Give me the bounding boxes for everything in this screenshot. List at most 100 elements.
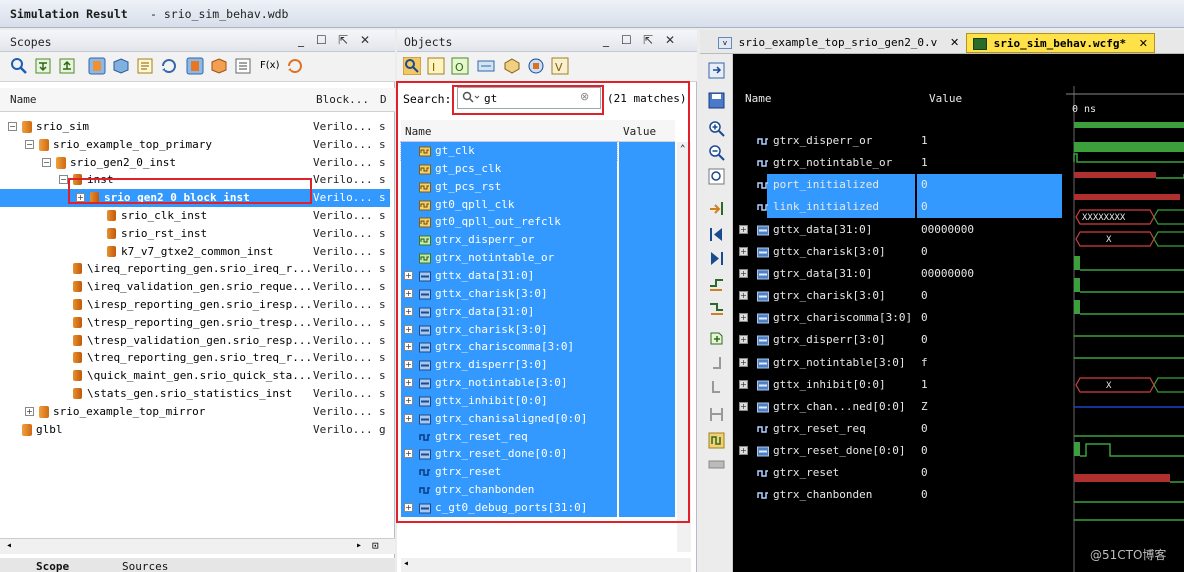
variable-filter-icon[interactable]: V — [551, 57, 569, 75]
expand-icon[interactable]: + — [76, 193, 85, 203]
object-row[interactable]: + gtrx_chariscomma[3:0] — [401, 338, 675, 357]
object-row[interactable]: + gttx_charisk[3:0] — [401, 284, 675, 303]
wave-signal-row[interactable]: + gtrx_chan...ned[0:0] Z — [733, 396, 1065, 418]
prev-transition-icon[interactable] — [708, 276, 725, 293]
expand-panel-icon[interactable] — [708, 62, 725, 79]
expand-icon[interactable]: + — [404, 288, 413, 298]
next-marker-icon[interactable] — [708, 378, 725, 395]
tab-source-file[interactable]: v srio_example_top_srio_gen2_0.v ✕ — [712, 33, 965, 53]
search-icon[interactable] — [403, 57, 421, 75]
maximize-icon[interactable]: ☐ — [621, 33, 632, 47]
scope-row[interactable]: glbl Verilo... g — [0, 421, 390, 439]
scope-row[interactable]: \tresp_validation_gen.srio_resp... Verilo… — [0, 332, 390, 350]
expand-icon[interactable]: + — [739, 357, 748, 367]
scope-row[interactable]: \ireq_reporting_gen.srio_ireq_r... Verilo… — [0, 260, 390, 278]
expand-icon[interactable]: + — [404, 270, 413, 280]
scope-row[interactable]: srio_clk_inst Verilo... s — [0, 207, 390, 225]
wave-signal-row[interactable]: + gtrx_reset_done[0:0] 0 — [733, 440, 1065, 462]
object-row[interactable]: gtrx_disperr_or — [401, 231, 675, 250]
wave-signal-row[interactable]: link_initialized 0 — [733, 196, 1065, 219]
scroll-left-icon[interactable]: ◂ — [403, 558, 409, 569]
cube-icon[interactable] — [210, 57, 228, 75]
expand-icon[interactable]: + — [404, 360, 413, 370]
collapse-icon[interactable]: − — [8, 122, 17, 131]
waveform-area[interactable]: 0 ns XXXXXXXX X X — [1066, 86, 1184, 572]
zoom-fit-icon[interactable] — [708, 168, 725, 185]
next-transition-icon[interactable] — [708, 300, 725, 317]
col-value[interactable]: Value — [623, 125, 656, 138]
expand-icon[interactable]: + — [739, 335, 748, 345]
minimize-icon[interactable]: _ — [603, 33, 609, 47]
object-row[interactable]: gt_pcs_clk — [401, 159, 675, 178]
object-row[interactable]: gt0_qpll_clk — [401, 195, 675, 214]
object-row[interactable]: gtrx_notintable_or — [401, 249, 675, 268]
scope-row[interactable]: + srio_gen2_0_block_inst Verilo... s — [0, 189, 390, 208]
expand-icon[interactable]: + — [404, 503, 413, 512]
scope-row[interactable]: \tresp_reporting_gen.srio_tresp... Verilo… — [0, 314, 390, 332]
scopes-horizontal-scrollbar[interactable]: ◂ ▸ ⊡ — [0, 538, 395, 554]
wave-signal-row[interactable]: + gtrx_chariscomma[3:0] 0 — [733, 307, 1065, 329]
expand-icon[interactable]: + — [404, 324, 413, 334]
wave-signal-row[interactable]: + gttx_data[31:0] 00000000 — [733, 219, 1065, 241]
close-icon[interactable]: ✕ — [1139, 37, 1148, 50]
process-icon[interactable] — [160, 57, 178, 75]
scope-row[interactable]: k7_v7_gtxe2_common_inst Verilo... s — [0, 243, 390, 261]
function-icon[interactable]: F(x) — [260, 60, 279, 78]
wave-signal-row[interactable]: gtrx_disperr_or 1 — [733, 130, 1065, 152]
object-row[interactable]: + gttx_data[31:0] — [401, 266, 675, 285]
expand-icon[interactable]: + — [739, 291, 748, 301]
package-icon[interactable] — [112, 57, 130, 75]
scope-row[interactable]: \quick_maint_gen.srio_quick_sta... Verilo… — [0, 367, 390, 385]
tab-sources[interactable]: Sources — [122, 560, 168, 572]
float-icon[interactable]: ⇱ — [338, 33, 348, 47]
expand-icon[interactable]: + — [404, 449, 413, 459]
col-name[interactable]: Name — [10, 93, 37, 106]
scope-row[interactable]: \ireq_validation_gen.srio_reque... Verilo… — [0, 278, 390, 296]
expand-icon[interactable]: + — [404, 395, 413, 405]
object-row[interactable]: + gtrx_reset_done[0:0] — [401, 445, 675, 464]
object-row[interactable]: + gtrx_data[31:0] — [401, 302, 675, 321]
search-dropdown-icon[interactable] — [462, 91, 480, 105]
minimize-icon[interactable]: _ — [298, 33, 304, 47]
value-header[interactable]: Value — [929, 92, 962, 105]
scope-row[interactable]: srio_rst_inst Verilo... s — [0, 225, 390, 243]
search-icon[interactable] — [10, 57, 28, 75]
collapse-all-icon[interactable] — [34, 57, 52, 75]
tab-scope[interactable]: Scope — [36, 560, 69, 572]
object-row[interactable]: + c_gt0_debug_ports[31:0] — [401, 499, 675, 517]
module-filter-icon[interactable] — [88, 57, 106, 75]
block-icon[interactable] — [136, 57, 154, 75]
floating-ruler-icon[interactable] — [708, 456, 725, 473]
col-block[interactable]: Block... — [316, 93, 369, 106]
close-icon[interactable]: ✕ — [950, 36, 959, 49]
scroll-left-icon[interactable]: ◂ — [6, 540, 12, 551]
object-row[interactable]: + gtrx_chanisaligned[0:0] — [401, 409, 675, 428]
object-row[interactable]: + gtrx_disperr[3:0] — [401, 356, 675, 375]
wave-signal-row[interactable]: gtrx_chanbonden 0 — [733, 484, 1065, 506]
scope-row[interactable]: \stats_gen.srio_statistics_inst Verilo...… — [0, 385, 390, 403]
float-icon[interactable]: ⇱ — [643, 33, 653, 47]
objects-horizontal-scrollbar[interactable]: ◂ — [401, 558, 691, 572]
clear-search-icon[interactable]: ⊗ — [580, 90, 589, 103]
wave-signal-row[interactable]: + gttx_charisk[3:0] 0 — [733, 241, 1065, 263]
object-row[interactable]: gt_pcs_rst — [401, 177, 675, 196]
input-filter-icon[interactable]: I — [427, 57, 445, 75]
scope-row[interactable]: − srio_sim Verilo... s — [0, 118, 390, 136]
col-name[interactable]: Name — [405, 125, 432, 138]
objects-search-box[interactable]: ⊗ — [457, 87, 601, 109]
collapse-icon[interactable]: − — [42, 157, 51, 167]
object-row[interactable]: + gtrx_charisk[3:0] — [401, 320, 675, 339]
close-icon[interactable]: ✕ — [665, 33, 675, 47]
refresh-icon[interactable] — [286, 57, 304, 75]
zoom-out-icon[interactable] — [708, 144, 725, 161]
collapse-icon[interactable]: − — [25, 139, 34, 149]
expand-icon[interactable]: + — [404, 413, 413, 423]
goto-start-icon[interactable] — [708, 226, 725, 243]
object-row[interactable]: gtrx_reset — [401, 463, 675, 482]
swap-cursors-icon[interactable] — [708, 406, 725, 423]
wave-signal-row[interactable]: + gtrx_charisk[3:0] 0 — [733, 285, 1065, 307]
expand-icon[interactable]: + — [739, 268, 748, 278]
port-filter-icon[interactable] — [527, 57, 545, 75]
object-row[interactable]: gt0_qpll_out_refclk — [401, 213, 675, 232]
save-icon[interactable] — [708, 92, 725, 109]
